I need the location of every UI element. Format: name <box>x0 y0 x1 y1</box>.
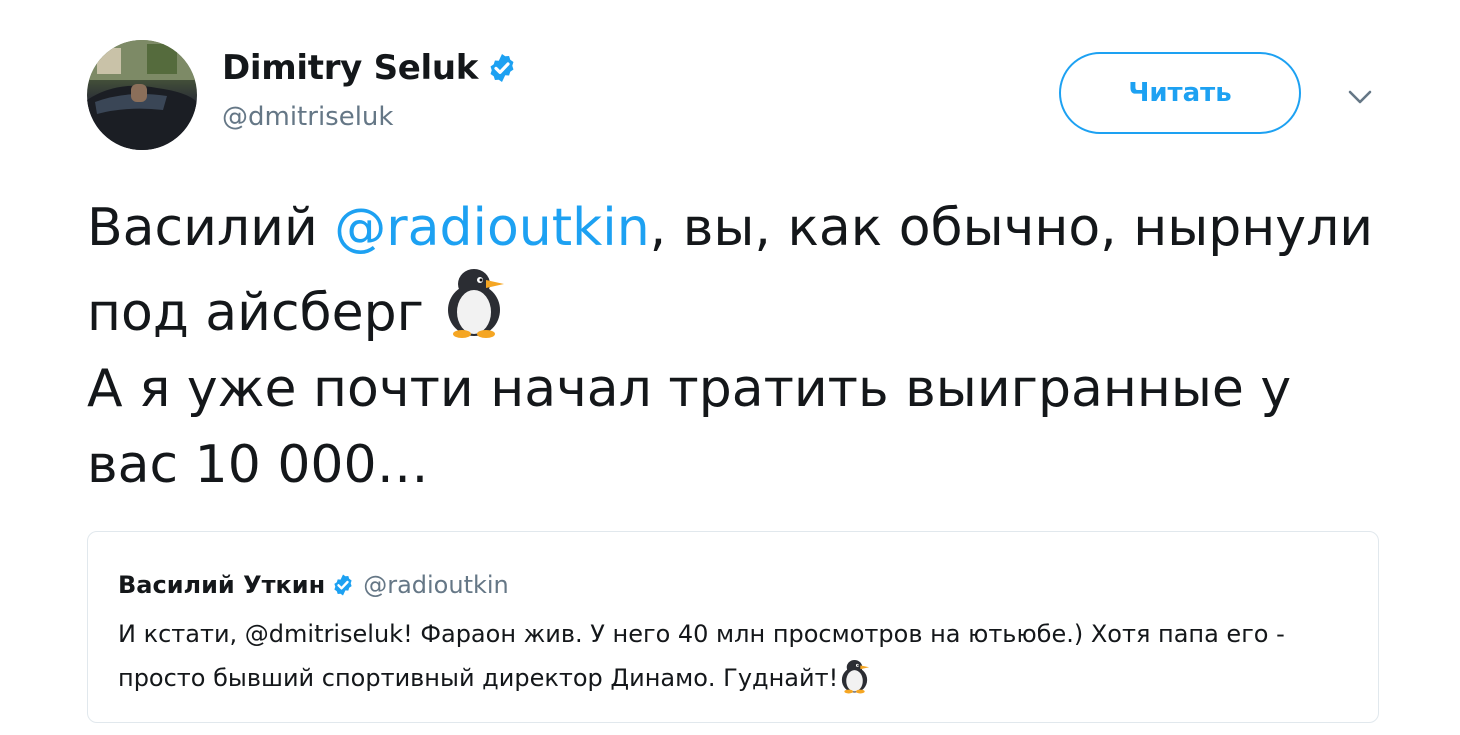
quoted-author-handle: @radioutkin <box>363 571 509 599</box>
quoted-tweet-text: И кстати, @dmitriseluk! Фараон жив. У не… <box>118 612 1358 700</box>
quoted-tweet-body: И кстати, @dmitriseluk! Фараон жив. У не… <box>118 620 1285 692</box>
verified-icon <box>490 54 514 82</box>
follow-button[interactable]: Читать <box>1059 52 1301 134</box>
tweet-text-line2: А я уже почти начал тратить выигранные у… <box>87 359 1292 495</box>
author-name[interactable]: Dimitry Seluk <box>222 48 478 88</box>
penguin-icon <box>842 659 870 694</box>
chevron-down-icon[interactable] <box>1345 82 1375 112</box>
tweet-text: Василий @radioutkin, вы, как обычно, ныр… <box>87 190 1387 503</box>
quoted-tweet-card[interactable]: Василий Уткин @radioutkin И кстати, @dmi… <box>87 531 1379 723</box>
quoted-author-name: Василий Уткин <box>118 571 326 599</box>
verified-icon <box>334 574 352 596</box>
author-handle[interactable]: @dmitriseluk <box>222 102 393 132</box>
author-name-row: Dimitry Seluk <box>222 44 518 92</box>
quoted-tweet-header: Василий Уткин @radioutkin <box>118 568 509 602</box>
tweet-mention-link[interactable]: @radioutkin <box>334 198 649 258</box>
avatar-photo <box>87 40 197 150</box>
penguin-icon <box>448 269 505 338</box>
tweet-text-part1: Василий <box>87 198 335 258</box>
author-avatar[interactable] <box>87 40 197 150</box>
